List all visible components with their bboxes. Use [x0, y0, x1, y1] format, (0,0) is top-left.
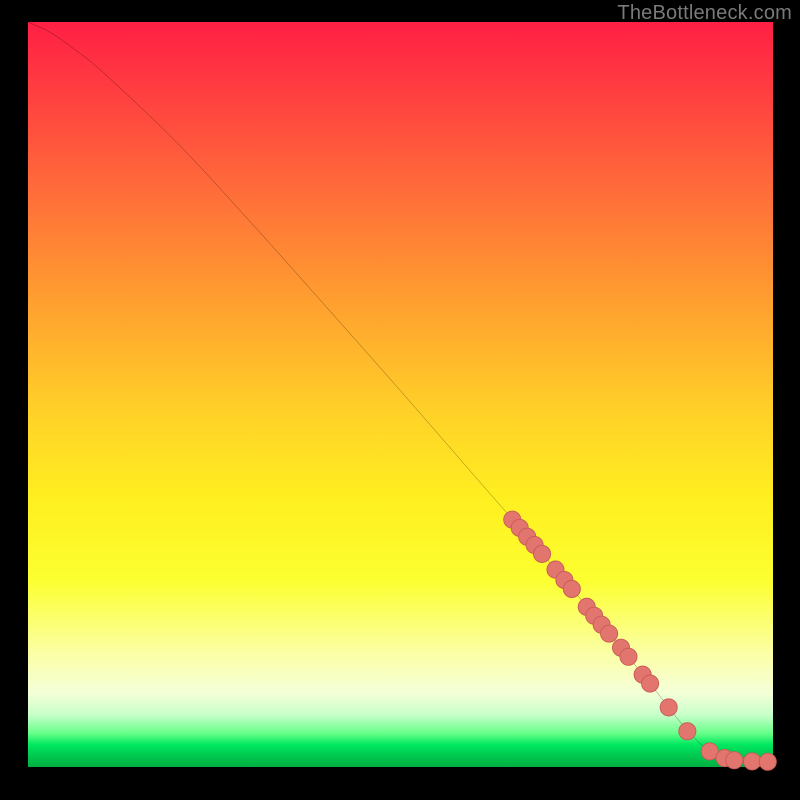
data-marker — [620, 648, 637, 665]
data-marker — [679, 723, 696, 740]
data-marker — [660, 699, 677, 716]
data-marker — [642, 675, 659, 692]
data-marker — [726, 752, 743, 769]
data-marker — [563, 580, 580, 597]
chart-plot — [28, 22, 773, 767]
curve-line — [28, 22, 773, 762]
data-marker — [759, 753, 776, 770]
data-marker — [533, 545, 550, 562]
data-marker — [744, 753, 761, 770]
data-marker — [601, 625, 618, 642]
marker-group — [504, 511, 777, 770]
